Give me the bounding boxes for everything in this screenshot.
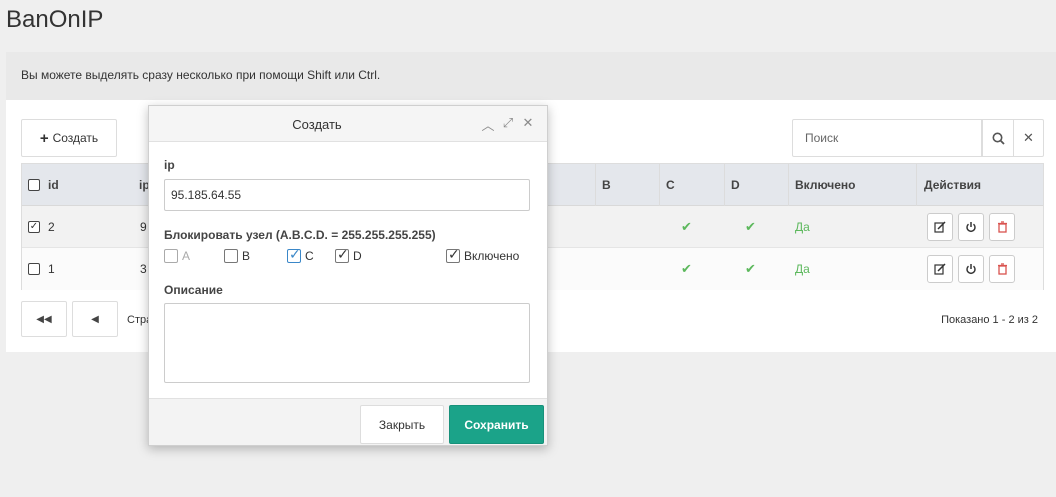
description-field[interactable] (164, 303, 530, 383)
col-header-c[interactable]: C (666, 164, 675, 206)
create-button[interactable]: + Создать (21, 119, 117, 157)
row-select-cell (28, 248, 40, 290)
trash-icon (997, 263, 1007, 275)
select-all-checkbox[interactable] (28, 179, 40, 191)
close-button[interactable]: Закрыть (360, 405, 444, 444)
prev-page-button[interactable]: ◀ (72, 301, 118, 337)
cell-ip: 9 (140, 220, 147, 234)
power-icon (966, 264, 976, 275)
cell-enabled: Да (795, 262, 810, 276)
cell-enabled: Да (795, 220, 810, 234)
checkmark-icon: ✔ (681, 261, 692, 276)
col-header-d[interactable]: D (731, 164, 740, 206)
option-d-checkbox[interactable]: ✓ D (335, 246, 362, 263)
checkbox-box: ✓ (446, 246, 460, 263)
cell-id: 2 (48, 220, 55, 234)
select-all-cell (28, 164, 40, 206)
dialog-tools: ︿ ⤢ ✕ (481, 115, 535, 134)
checkbox-box: ✓ (287, 246, 301, 263)
search-button[interactable] (982, 119, 1014, 157)
prev-page-icon: ◀ (91, 313, 99, 325)
ip-label: ip (164, 158, 175, 172)
col-header-enabled[interactable]: Включено (795, 164, 855, 206)
hint-text: Вы можете выделять сразу несколько при п… (21, 68, 381, 82)
close-icon: ✕ (1023, 130, 1034, 145)
clear-search-button[interactable]: ✕ (1013, 119, 1044, 157)
checkmark-icon: ✓ (289, 246, 301, 262)
create-button-label: Создать (52, 131, 99, 145)
option-d-label: D (353, 249, 362, 263)
close-icon[interactable]: ✕ (521, 115, 535, 134)
checkbox-box: ✓ (335, 246, 349, 263)
first-page-icon: ◀◀ (36, 313, 52, 325)
records-shown: Показано 1 - 2 из 2 (941, 314, 1038, 326)
checkbox-box (224, 249, 238, 263)
create-dialog: Создать ︿ ⤢ ✕ ip Блокировать узел (A.B.C… (148, 105, 548, 446)
cell-id: 1 (48, 262, 55, 276)
ip-field[interactable] (164, 179, 530, 211)
trash-icon (997, 221, 1007, 233)
option-a-label: A (182, 249, 191, 263)
expand-icon[interactable]: ⤢ (501, 115, 515, 134)
toggle-power-button[interactable] (958, 213, 984, 241)
checkmark-icon: ✓ (29, 221, 39, 232)
col-header-actions: Действия (924, 178, 982, 192)
edit-button[interactable] (927, 213, 953, 241)
option-c-label: C (305, 249, 314, 263)
dialog-header[interactable]: Создать ︿ ⤢ ✕ (149, 106, 547, 142)
enabled-label: Включено (464, 249, 520, 263)
collapse-icon[interactable]: ︿ (481, 115, 495, 134)
page-title: BanOnIP (6, 6, 104, 33)
edit-icon (934, 263, 946, 275)
first-page-button[interactable]: ◀◀ (21, 301, 67, 337)
checkmark-icon: ✔ (745, 219, 756, 234)
option-a-checkbox[interactable]: A (164, 249, 190, 263)
row-checkbox[interactable]: ✓ (28, 221, 40, 233)
delete-button[interactable] (989, 255, 1015, 283)
checkmark-icon: ✓ (448, 246, 460, 262)
block-label: Блокировать узел (A.B.C.D. = 255.255.255… (164, 228, 436, 242)
checkbox-box (164, 249, 178, 263)
save-button[interactable]: Сохранить (449, 405, 544, 444)
delete-button[interactable] (989, 213, 1015, 241)
search-input[interactable] (792, 119, 982, 157)
toggle-power-button[interactable] (958, 255, 984, 283)
checkmark-icon: ✔ (745, 261, 756, 276)
dialog-footer: Закрыть Сохранить (149, 398, 547, 445)
cell-ip: 3 (140, 262, 147, 276)
edit-button[interactable] (927, 255, 953, 283)
power-icon (966, 222, 976, 233)
checkmark-icon: ✔ (681, 219, 692, 234)
plus-icon: + (39, 129, 49, 147)
enabled-checkbox[interactable]: ✓ Включено (446, 246, 520, 263)
row-select-cell: ✓ (28, 206, 40, 248)
dialog-title: Создать (292, 116, 342, 132)
option-b-label: B (242, 249, 251, 263)
option-b-checkbox[interactable]: B (224, 249, 250, 263)
search-group: ✕ (792, 119, 1044, 157)
col-header-b[interactable]: B (602, 164, 611, 206)
hint-bar: Вы можете выделять сразу несколько при п… (6, 52, 1056, 100)
edit-icon (934, 221, 946, 233)
checkmark-icon: ✓ (337, 246, 349, 262)
col-header-id[interactable]: id (48, 164, 59, 206)
search-icon (992, 132, 1005, 145)
row-checkbox[interactable] (28, 263, 40, 275)
description-label: Описание (164, 283, 223, 297)
option-c-checkbox[interactable]: ✓ C (287, 246, 314, 263)
